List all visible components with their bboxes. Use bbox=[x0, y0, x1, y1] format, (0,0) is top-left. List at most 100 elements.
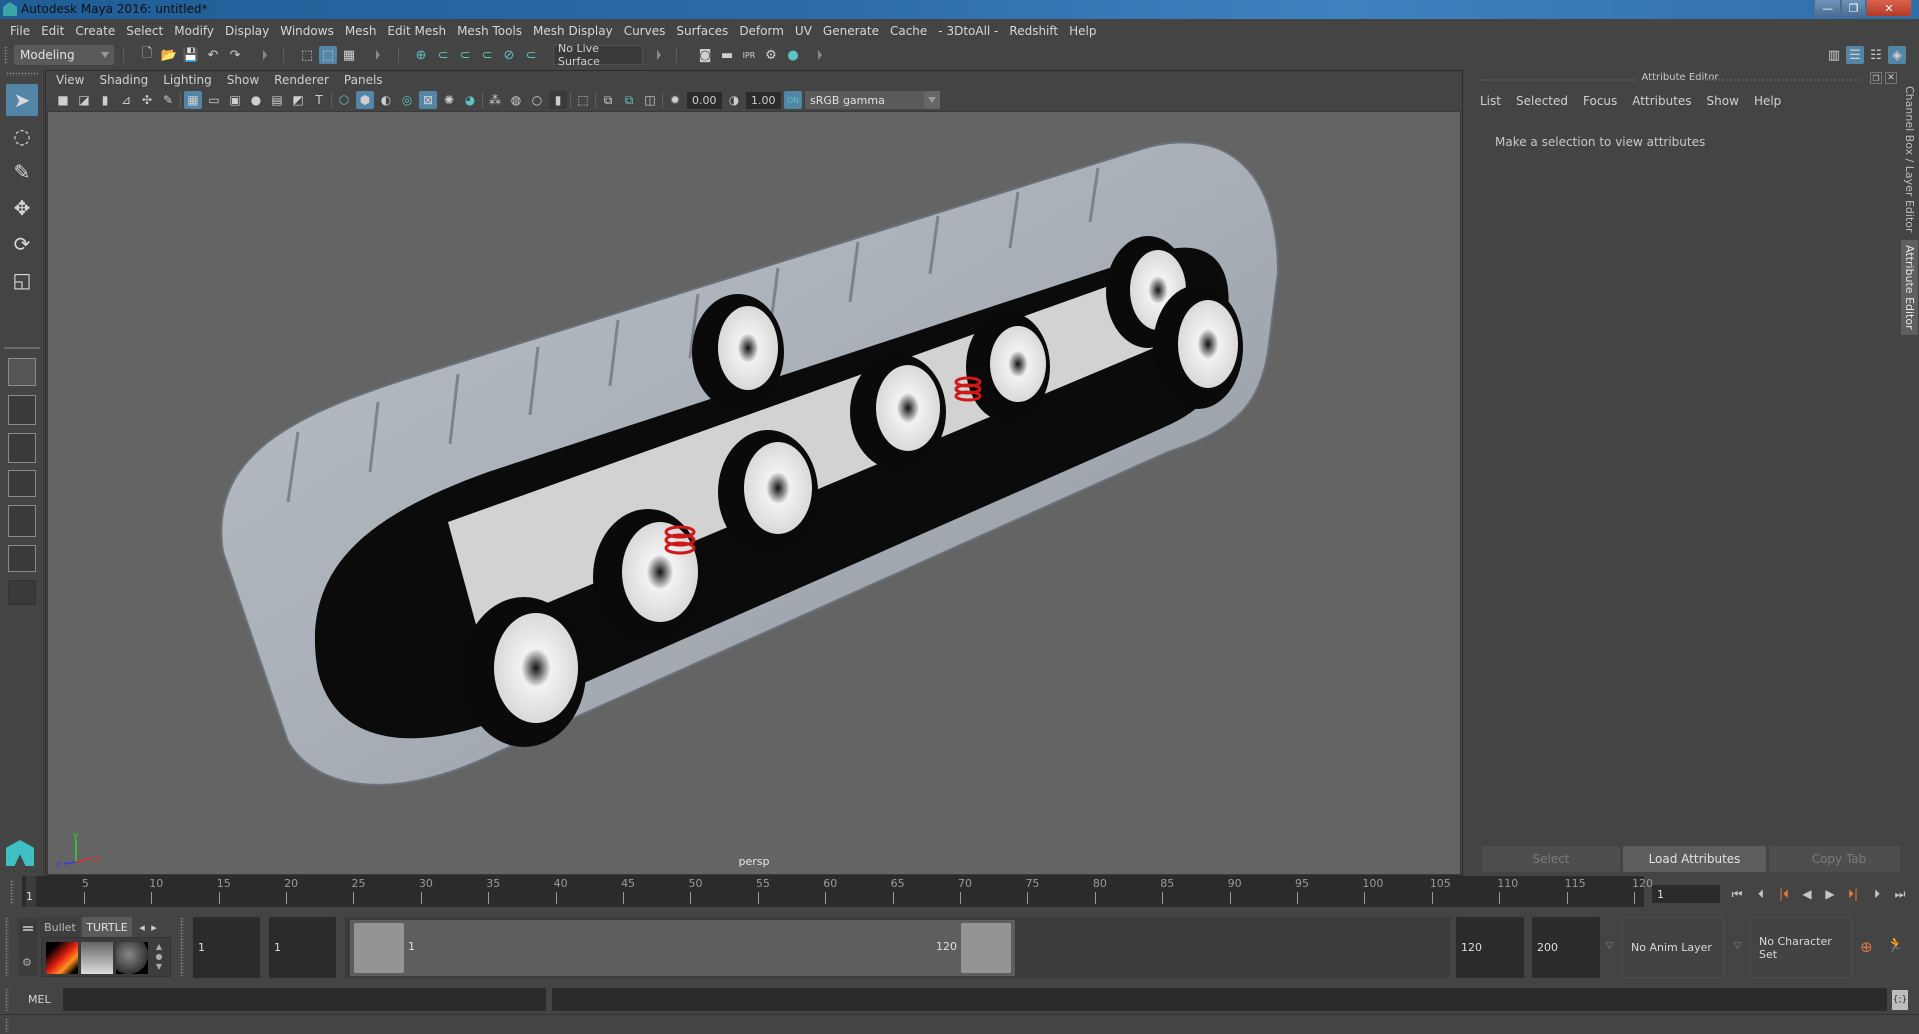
menu-help[interactable]: Help bbox=[1069, 24, 1096, 38]
safe-action-icon[interactable]: ◩ bbox=[289, 91, 307, 109]
ae-menu-attributes[interactable]: Attributes bbox=[1632, 94, 1691, 108]
status-line-grip[interactable] bbox=[4, 46, 8, 64]
turtle-surface-icon[interactable] bbox=[116, 942, 148, 974]
rotate-tool-icon[interactable]: ⟳ bbox=[6, 228, 38, 260]
menu-display[interactable]: Display bbox=[225, 24, 269, 38]
menu-mesh-display[interactable]: Mesh Display bbox=[533, 24, 613, 38]
default-material-icon[interactable]: ◎ bbox=[398, 91, 416, 109]
range-grip[interactable] bbox=[5, 917, 9, 977]
range-slider[interactable]: 1 120 bbox=[350, 920, 1015, 976]
select-by-object-icon[interactable]: ⬚ bbox=[319, 46, 337, 64]
shelf-tab-next-icon[interactable]: ▸ bbox=[148, 917, 160, 937]
ae-menu-focus[interactable]: Focus bbox=[1583, 94, 1617, 108]
select-by-hierarchy-icon[interactable]: ⬚ bbox=[298, 46, 316, 64]
bookmarks-icon[interactable]: ▮ bbox=[96, 91, 114, 109]
float-panel-icon[interactable]: ❐ bbox=[1870, 72, 1882, 84]
range-grip[interactable] bbox=[180, 917, 184, 977]
save-scene-icon[interactable]: 💾 bbox=[182, 46, 200, 64]
motion-blur-icon[interactable]: ◍ bbox=[507, 91, 525, 109]
panel-menu-panels[interactable]: Panels bbox=[344, 73, 383, 87]
close-panel-icon[interactable]: ✕ bbox=[1885, 72, 1897, 84]
undo-icon[interactable]: ↶ bbox=[204, 46, 222, 64]
isolate-select-icon[interactable]: ⬚ bbox=[574, 91, 592, 109]
character-set-field[interactable]: No Character Set bbox=[1750, 917, 1852, 978]
ae-menu-show[interactable]: Show bbox=[1707, 94, 1739, 108]
range-start-handle[interactable] bbox=[354, 923, 404, 973]
move-tool-icon[interactable]: ✥ bbox=[6, 192, 38, 224]
snap-to-curve-icon[interactable]: ⊂ bbox=[434, 46, 452, 64]
image-plane-icon[interactable]: ⊿ bbox=[117, 91, 135, 109]
depth-of-field-icon[interactable]: ▮ bbox=[549, 91, 567, 109]
current-frame-field[interactable]: 1 bbox=[1652, 885, 1720, 903]
use-all-lights-icon[interactable]: ✺ bbox=[440, 91, 458, 109]
menu-create[interactable]: Create bbox=[75, 24, 115, 38]
scale-tool-icon[interactable]: ◱ bbox=[6, 264, 38, 296]
exposure-field[interactable]: 0.00 bbox=[687, 91, 722, 109]
step-forward-key-icon[interactable]: ⏵| bbox=[1844, 886, 1862, 902]
redo-icon[interactable]: ↷ bbox=[226, 46, 244, 64]
menu-generate[interactable]: Generate bbox=[823, 24, 879, 38]
shelf-tab-prev-icon[interactable]: ◂ bbox=[136, 917, 148, 937]
anim-layer-dropdown-icon[interactable]: ▽ bbox=[1606, 941, 1613, 951]
play-forwards-icon[interactable]: ▶ bbox=[1821, 886, 1839, 902]
select-button[interactable]: Select bbox=[1482, 846, 1620, 872]
menu-mesh-tools[interactable]: Mesh Tools bbox=[457, 24, 522, 38]
more-layouts-button[interactable] bbox=[8, 580, 36, 605]
ae-menu-selected[interactable]: Selected bbox=[1516, 94, 1568, 108]
textured-icon[interactable]: ⊠ bbox=[419, 91, 437, 109]
modeling-toolkit-icon[interactable]: ▥ bbox=[1825, 46, 1843, 64]
auto-key-icon[interactable]: ⊕ bbox=[1860, 938, 1873, 956]
live-surface-field[interactable]: No Live Surface bbox=[553, 42, 643, 68]
screen-space-ao-icon[interactable]: ⁂ bbox=[486, 91, 504, 109]
camera-attributes-icon[interactable]: ◪ bbox=[75, 91, 93, 109]
time-slider[interactable]: 1 5 10 15 20 25 30 35 40 45 50 55 60 65 70 75 80 85 90 95 1… bbox=[22, 876, 1653, 907]
paint-select-tool-icon[interactable]: ✎ bbox=[6, 156, 38, 188]
minimize-button[interactable]: — bbox=[1814, 0, 1841, 17]
ae-menu-list[interactable]: List bbox=[1480, 94, 1501, 108]
menu-mesh[interactable]: Mesh bbox=[345, 24, 377, 38]
open-scene-icon[interactable]: 📂 bbox=[160, 46, 178, 64]
field-chart-icon[interactable]: ▤ bbox=[268, 91, 286, 109]
layout-four-view-icon[interactable] bbox=[8, 395, 36, 425]
ae-menu-help[interactable]: Help bbox=[1754, 94, 1781, 108]
anim-layer-field[interactable]: No Anim Layer bbox=[1622, 917, 1724, 978]
tab-channel-box-layer-editor[interactable]: Channel Box / Layer Editor bbox=[1901, 82, 1918, 237]
multisample-aa-icon[interactable]: ○ bbox=[528, 91, 546, 109]
animation-end-field[interactable]: 200 bbox=[1532, 917, 1600, 978]
gamma-field[interactable]: 1.00 bbox=[746, 91, 781, 109]
shelf-scroll-icon[interactable]: ▲ ● ▼ bbox=[152, 942, 166, 974]
playback-start-field[interactable]: 1 bbox=[269, 917, 336, 978]
animation-preferences-icon[interactable]: 🏃 bbox=[1886, 936, 1905, 954]
safe-title-icon[interactable]: T bbox=[310, 91, 328, 109]
go-to-start-icon[interactable]: ⏮ bbox=[1728, 886, 1746, 902]
animation-start-field[interactable]: 1 bbox=[193, 917, 260, 978]
panel-menu-lighting[interactable]: Lighting bbox=[163, 73, 212, 87]
shelf-tab-bullet[interactable]: Bullet bbox=[40, 917, 80, 937]
layout-persp-outliner-icon[interactable] bbox=[8, 433, 36, 463]
menu-modify[interactable]: Modify bbox=[174, 24, 214, 38]
menu-file[interactable]: File bbox=[10, 24, 30, 38]
xray-icon[interactable]: ⧉ bbox=[599, 91, 617, 109]
hypershade-icon[interactable]: ● bbox=[784, 46, 802, 64]
select-tool-icon[interactable]: ➤ bbox=[6, 84, 38, 116]
character-set-dropdown-icon[interactable]: ▽ bbox=[1734, 941, 1741, 951]
menu-curves[interactable]: Curves bbox=[624, 24, 666, 38]
panel-menu-show[interactable]: Show bbox=[227, 73, 259, 87]
menu-uv[interactable]: UV bbox=[795, 24, 812, 38]
render-settings-icon[interactable]: ⚙ bbox=[762, 46, 780, 64]
step-back-frame-icon[interactable]: ⏴ bbox=[1752, 886, 1770, 902]
resolution-gate-icon[interactable]: ▣ bbox=[226, 91, 244, 109]
snap-to-view-plane-icon[interactable]: ⊘ bbox=[500, 46, 518, 64]
color-management-toggle-icon[interactable]: ON bbox=[784, 91, 802, 109]
command-language-toggle[interactable]: MEL bbox=[28, 993, 51, 1006]
collapse-arrow-icon[interactable] bbox=[376, 50, 380, 60]
menu-cache[interactable]: Cache bbox=[890, 24, 927, 38]
view-transform-dropdown[interactable]: sRGB gamma bbox=[805, 91, 940, 109]
timeline-grip[interactable] bbox=[10, 880, 14, 904]
new-scene-icon[interactable]: 🗋 bbox=[138, 46, 156, 64]
layout-single-perspective-icon[interactable] bbox=[8, 358, 36, 386]
channel-box-toggle-icon[interactable]: ◈ bbox=[1888, 46, 1906, 64]
close-button[interactable]: ✕ bbox=[1866, 0, 1912, 17]
viewport-3d[interactable]: y x z persp bbox=[47, 111, 1461, 875]
shelf-tab-turtle[interactable]: TURTLE bbox=[82, 917, 132, 937]
